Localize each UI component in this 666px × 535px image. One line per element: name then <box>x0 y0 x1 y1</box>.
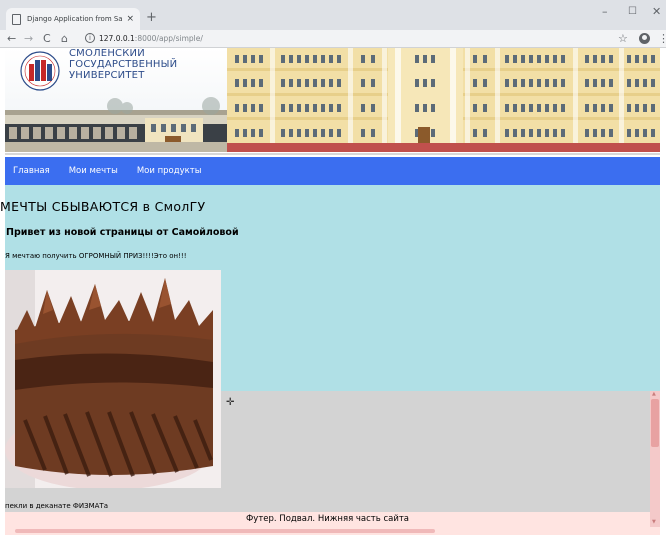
address-bar[interactable]: 127.0.0.1:8000/app/simple/ <box>99 33 399 44</box>
browser-toolbar: ← → C ⌂ i 127.0.0.1:8000/app/simple/ ☆ ⋮ <box>0 30 666 48</box>
browser-tab[interactable]: Django Application from Samoil... × <box>6 8 140 30</box>
image-caption: пекли в деканате ФИЗМАТа <box>5 502 108 510</box>
nav-link-my-products[interactable]: Мои продукты <box>137 166 202 176</box>
reload-icon[interactable]: C <box>43 32 51 45</box>
bookmark-star-icon[interactable]: ☆ <box>618 32 628 45</box>
university-name-line1: СМОЛЕНСКИЙ <box>69 48 145 59</box>
tab-close-icon[interactable]: × <box>126 14 134 24</box>
forward-arrow-icon[interactable]: → <box>24 32 33 45</box>
header-divider <box>5 153 660 155</box>
nav-link-home[interactable]: Главная <box>13 166 50 176</box>
chocolate-cake-image <box>5 270 221 488</box>
university-name-line2: ГОСУДАРСТВЕННЫЙ <box>69 59 178 70</box>
account-icon[interactable] <box>639 33 650 44</box>
window-close-button[interactable]: ✕ <box>652 6 661 18</box>
scroll-thumb[interactable] <box>651 399 659 447</box>
url-host: 127.0.0.1 <box>99 34 135 43</box>
back-arrow-icon[interactable]: ← <box>7 32 16 45</box>
university-name-line3: УНИВЕРСИТЕТ <box>69 70 145 81</box>
window-minimize-button[interactable]: – <box>602 6 608 18</box>
window-maximize-button[interactable]: ☐ <box>628 6 637 18</box>
university-logo-icon <box>20 51 60 91</box>
main-navbar: Главная Мои мечты Мои продукты <box>5 157 660 185</box>
greeting-heading: Привет из новой страницы от Самойловой <box>6 227 239 238</box>
nav-link-my-dreams[interactable]: Мои мечты <box>69 166 118 176</box>
vertical-scrollbar[interactable]: ▲ ▼ <box>650 391 660 527</box>
horizontal-scrollbar[interactable] <box>5 527 660 535</box>
header-banner: СМОЛЕНСКИЙ ГОСУДАРСТВЕННЫЙ УНИВЕРСИТЕТ <box>5 48 660 152</box>
scroll-up-arrow-icon[interactable]: ▲ <box>652 391 656 397</box>
home-icon[interactable]: ⌂ <box>61 32 68 45</box>
page-document-icon <box>12 13 21 25</box>
site-info-icon[interactable]: i <box>85 33 95 43</box>
new-tab-button[interactable]: + <box>146 11 157 25</box>
browser-menu-icon[interactable]: ⋮ <box>658 32 666 45</box>
url-path: :8000/app/simple/ <box>134 34 203 43</box>
horizontal-scroll-thumb[interactable] <box>15 529 435 533</box>
browser-titlebar: Django Application from Samoil... × + – … <box>0 0 666 30</box>
scroll-down-arrow-icon[interactable]: ▼ <box>652 519 656 525</box>
mouse-cursor-icon: ✛ <box>226 397 235 408</box>
page-title: МЕЧТЫ СБЫВАЮТСЯ в СмолГУ <box>0 199 206 214</box>
dream-text: Я мечтаю получить ОГРОМНЫЙ ПРИЗ!!!!Это о… <box>5 252 187 260</box>
university-name: СМОЛЕНСКИЙ ГОСУДАРСТВЕННЫЙ УНИВЕРСИТЕТ <box>69 48 177 81</box>
page-footer: Футер. Подвал. Нижняя часть сайта <box>5 512 650 527</box>
tab-title: Django Application from Samoil... <box>27 15 123 23</box>
